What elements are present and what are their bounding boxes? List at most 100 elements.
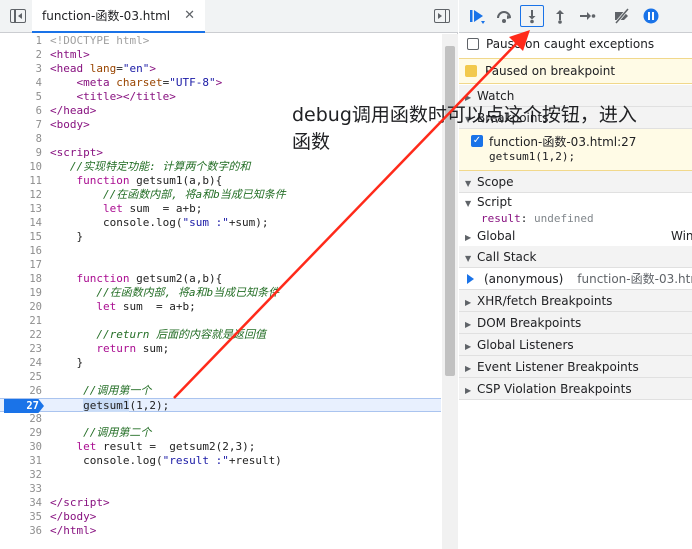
line-number[interactable]: 28 <box>0 412 42 426</box>
line-number[interactable]: 30 <box>0 440 42 454</box>
scope-script-label: Script <box>477 195 512 209</box>
code-text: </head> <box>50 104 97 117</box>
debugger-section-header[interactable]: ▶ DOM Breakpoints <box>459 312 692 334</box>
callstack-frame[interactable]: (anonymous) function-函数-03.html:2 <box>459 268 692 290</box>
scope-label: Scope <box>477 175 514 189</box>
code-line[interactable]: 2 <html> <box>0 48 441 62</box>
scope-global-row[interactable]: ▶ Global Win <box>465 229 692 243</box>
line-number[interactable]: 17 <box>0 258 42 272</box>
code-line[interactable]: 12 //在函数内部, 将a和b当成已知条件 <box>0 188 441 202</box>
code-line[interactable]: 22 //return 后面的内容就是返回值 <box>0 328 441 342</box>
scrollbar-thumb[interactable] <box>445 46 455 376</box>
line-number[interactable]: 29 <box>0 426 42 440</box>
line-number[interactable]: 22 <box>0 328 42 342</box>
scope-section-header[interactable]: ▼ Scope <box>459 171 692 193</box>
line-number[interactable]: 36 <box>0 524 42 538</box>
line-number[interactable]: 6 <box>0 104 42 118</box>
checkbox-icon[interactable] <box>467 38 479 50</box>
line-number[interactable]: 31 <box>0 454 42 468</box>
line-number[interactable]: 14 <box>0 216 42 230</box>
scope-global-value: Win <box>671 229 692 243</box>
code-line[interactable]: 23 return sum; <box>0 342 441 356</box>
code-text: //实现特定功能: 计算两个数字的和 <box>69 160 251 173</box>
code-line[interactable]: 30 let result = getsum2(2,3); <box>0 440 441 454</box>
line-number[interactable]: 2 <box>0 48 42 62</box>
code-line[interactable]: 25 <box>0 370 441 384</box>
line-number[interactable]: 18 <box>0 272 42 286</box>
code-line[interactable]: 27 getsum1(1,2); <box>0 398 441 413</box>
line-number[interactable]: 33 <box>0 482 42 496</box>
close-icon[interactable]: ✕ <box>184 8 195 23</box>
debugger-section-header[interactable]: ▶ Event Listener Breakpoints <box>459 356 692 378</box>
line-number[interactable]: 7 <box>0 118 42 132</box>
debugger-section-header[interactable]: ▶ XHR/fetch Breakpoints <box>459 290 692 312</box>
debugger-toolbar <box>459 0 692 33</box>
line-number[interactable]: 35 <box>0 510 42 524</box>
code-line[interactable]: 10 //实现特定功能: 计算两个数字的和 <box>0 160 441 174</box>
code-line[interactable]: 32 <box>0 468 441 482</box>
step-icon[interactable] <box>575 5 599 27</box>
toggle-navigator-icon[interactable] <box>10 9 26 23</box>
line-number[interactable]: 20 <box>0 300 42 314</box>
code-line[interactable]: 35 </body> <box>0 510 441 524</box>
code-line[interactable]: 33 <box>0 482 441 496</box>
line-number[interactable]: 32 <box>0 468 42 482</box>
line-number[interactable]: 9 <box>0 146 42 160</box>
line-number[interactable]: 34 <box>0 496 42 510</box>
line-number[interactable]: 12 <box>0 188 42 202</box>
scope-script-row[interactable]: ▼ Script <box>465 195 512 209</box>
line-number[interactable]: 26 <box>0 384 42 398</box>
code-line[interactable]: 28 <box>0 412 441 426</box>
pause-on-exceptions-icon[interactable] <box>639 5 663 27</box>
file-tab[interactable]: function-函数-03.html ✕ <box>32 0 206 33</box>
line-number[interactable]: 4 <box>0 76 42 90</box>
code-line[interactable]: 20 let sum = a+b; <box>0 300 441 314</box>
code-line[interactable]: 11 function getsum1(a,b){ <box>0 174 441 188</box>
line-number[interactable]: 5 <box>0 90 42 104</box>
code-line[interactable]: 31 console.log("result :"+result) <box>0 454 441 468</box>
line-number[interactable]: 8 <box>0 132 42 146</box>
line-number[interactable]: 23 <box>0 342 42 356</box>
code-line[interactable]: 16 <box>0 244 441 258</box>
code-line[interactable]: 19 //在函数内部, 将a和b当成已知条件 <box>0 286 441 300</box>
step-out-icon[interactable] <box>548 5 572 27</box>
code-line[interactable]: 15 } <box>0 230 441 244</box>
pause-caught-exceptions-checkbox[interactable]: Pause on caught exceptions <box>459 33 692 55</box>
scope-variable-row[interactable]: result: undefined <box>481 212 594 225</box>
line-number[interactable]: 13 <box>0 202 42 216</box>
deactivate-breakpoints-icon[interactable] <box>610 5 634 27</box>
code-line[interactable]: 1 <!DOCTYPE html> <box>0 34 441 48</box>
line-number[interactable]: 25 <box>0 370 42 384</box>
line-number[interactable]: 3 <box>0 62 42 76</box>
code-line[interactable]: 17 <box>0 258 441 272</box>
line-number[interactable]: 15 <box>0 230 42 244</box>
line-number[interactable]: 19 <box>0 286 42 300</box>
code-line[interactable]: 14 console.log("sum :"+sum); <box>0 216 441 230</box>
code-line[interactable]: 26 //调用第一个 <box>0 384 441 398</box>
code-line[interactable]: 34 </script> <box>0 496 441 510</box>
line-number[interactable]: 24 <box>0 356 42 370</box>
step-over-icon[interactable] <box>492 5 516 27</box>
resume-icon[interactable] <box>465 5 489 27</box>
breakpoint-marker[interactable]: 27 <box>4 399 44 413</box>
toggle-debugger-icon[interactable] <box>434 9 450 23</box>
step-into-icon[interactable] <box>520 5 544 27</box>
code-line[interactable]: 4 <meta charset="UTF-8"> <box>0 76 441 90</box>
callstack-frame-name: (anonymous) <box>484 272 564 286</box>
line-number[interactable]: 1 <box>0 34 42 48</box>
line-number[interactable]: 10 <box>0 160 42 174</box>
line-number[interactable]: 11 <box>0 174 42 188</box>
chevron-right-icon: ▶ <box>465 233 472 242</box>
debugger-section-header[interactable]: ▶ Global Listeners <box>459 334 692 356</box>
line-number[interactable]: 16 <box>0 244 42 258</box>
code-line[interactable]: 3 <head lang="en"> <box>0 62 441 76</box>
code-line[interactable]: 36 </html> <box>0 524 441 538</box>
callstack-section-header[interactable]: ▼ Call Stack <box>459 246 692 268</box>
code-line[interactable]: 21 <box>0 314 441 328</box>
line-number[interactable]: 21 <box>0 314 42 328</box>
code-line[interactable]: 13 let sum = a+b; <box>0 202 441 216</box>
debugger-section-header[interactable]: ▶ CSP Violation Breakpoints <box>459 378 692 400</box>
code-line[interactable]: 24 } <box>0 356 441 370</box>
code-line[interactable]: 18 function getsum2(a,b){ <box>0 272 441 286</box>
code-line[interactable]: 29 //调用第二个 <box>0 426 441 440</box>
